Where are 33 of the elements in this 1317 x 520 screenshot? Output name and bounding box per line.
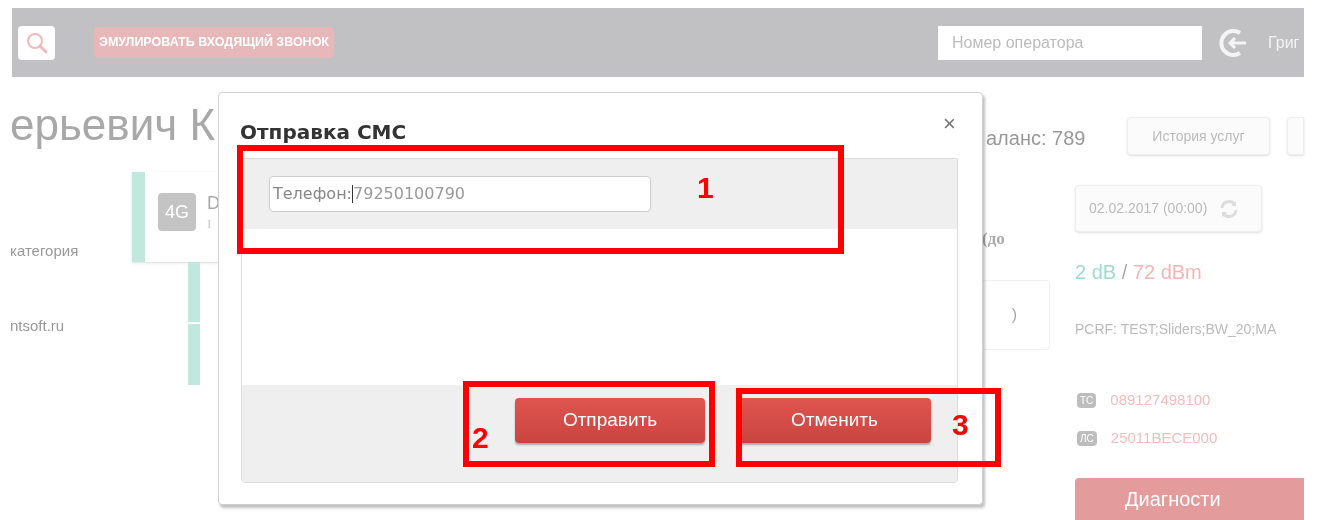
phone-field[interactable]: Телефон:79250100790 xyxy=(269,176,651,212)
column-note: (до xyxy=(982,228,1005,250)
operator-field[interactable]: Номер оператора xyxy=(938,25,1202,60)
dialog-button[interactable]: Отправить xyxy=(515,398,705,443)
date-button[interactable]: 02.02.2017 (00:00) xyxy=(1075,185,1262,232)
pcrf-text: PCRF: TEST;Sliders;BW_20;MA xyxy=(1075,320,1278,339)
callout-number: 3 xyxy=(952,407,969,443)
category-label: категория xyxy=(10,241,79,261)
balance-text: аланс: 789 xyxy=(986,126,1086,151)
history-button[interactable]: История услуг xyxy=(1127,117,1270,155)
id-badge: ЛС xyxy=(1077,430,1097,446)
search-button[interactable] xyxy=(18,25,55,60)
snr-value: 2 dB xyxy=(1075,261,1117,283)
power-value: 72 dBm xyxy=(1132,261,1202,283)
user-name-heading: ерьевич К xyxy=(10,99,216,151)
network-badge: 4G xyxy=(158,193,196,231)
info-box-text: ) xyxy=(1011,305,1017,325)
dialog-title: Отправка СМС xyxy=(240,119,407,146)
separator-text: / xyxy=(1121,261,1128,283)
text-cursor xyxy=(352,185,353,203)
callout-number: 1 xyxy=(697,170,714,206)
diagnostics-button[interactable]: Диагности xyxy=(1075,478,1304,520)
id-badge: ТС xyxy=(1077,392,1097,408)
id-value: 089127498100 xyxy=(1110,390,1211,410)
phone-label: Телефон: xyxy=(273,183,352,205)
search-icon xyxy=(24,30,49,55)
id-value: 25011BECE000 xyxy=(1110,428,1218,448)
service-bar xyxy=(188,324,200,385)
phone-value: 79250100790 xyxy=(353,183,465,205)
email-text: ntsoft.ru xyxy=(10,316,65,336)
refresh-icon xyxy=(1219,198,1240,219)
close-button[interactable]: × xyxy=(943,113,956,135)
callout-number: 2 xyxy=(472,420,489,456)
